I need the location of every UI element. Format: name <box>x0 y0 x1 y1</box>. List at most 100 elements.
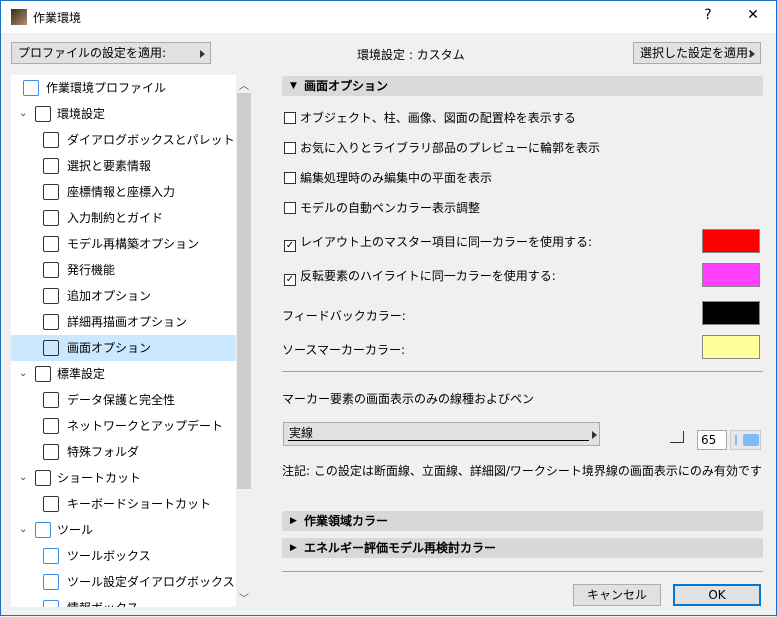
apply-selected-button[interactable]: 選択した設定を適用: <box>633 42 761 64</box>
triangle-down-icon: ▼ <box>290 81 297 91</box>
checkbox[interactable]: ✓ <box>284 240 296 252</box>
tree-item-label: キーボードショートカット <box>67 497 212 511</box>
apply-profile-label: プロファイルの設定を適用: <box>18 46 167 60</box>
arrow-right-icon <box>592 431 597 439</box>
tree-item-label: 発行機能 <box>67 263 116 277</box>
tree-item[interactable]: 情報ボックス <box>11 595 236 607</box>
source-marker-color-swatch[interactable] <box>702 335 760 359</box>
checkbox-option[interactable]: モデルの自動ペンカラー表示調整 <box>284 200 480 216</box>
checkbox[interactable] <box>284 202 296 214</box>
tree-item[interactable]: ネットワークとアップデート <box>11 413 236 439</box>
tree-scrollbar[interactable]: ︿ ﹀ <box>236 75 252 607</box>
info-box-icon <box>43 600 59 607</box>
checkbox-option[interactable]: ✓ 反転要素のハイライトに同一カラーを使用する: <box>284 268 556 286</box>
tree-item[interactable]: キーボードショートカット <box>11 491 236 517</box>
tree-item[interactable]: 選択と要素情報 <box>11 153 236 179</box>
shortcut-icon <box>35 470 51 486</box>
tree-item-label: 情報ボックス <box>67 595 139 607</box>
selection-info-icon <box>43 158 59 174</box>
checkbox[interactable] <box>284 112 296 124</box>
cancel-button[interactable]: キャンセル <box>573 584 661 606</box>
checkbox[interactable] <box>284 172 296 184</box>
settings-tree: ︿ ﹀ 作業環境プロファイル ⌄ 環境設定 ダイアログボックスとパレット 選択と要素情報… <box>11 75 252 607</box>
tree-item[interactable]: ⌄ 環境設定 <box>11 101 236 127</box>
scroll-down-icon[interactable]: ﹀ <box>236 590 252 605</box>
pen-color-button[interactable] <box>730 430 761 450</box>
tree-item-label: 座標情報と座標入力 <box>67 185 176 199</box>
tree-item[interactable]: 座標情報と座標入力 <box>11 179 236 205</box>
tree-item-label: 環境設定 <box>57 107 106 121</box>
tree-item[interactable]: 作業環境プロファイル <box>11 75 236 101</box>
tree-item-label: データ保護と完全性 <box>67 393 176 407</box>
section-title: 画面オプション <box>304 79 389 93</box>
section-energy-model-colors[interactable]: ▶ エネルギー評価モデル再検討カラー <box>282 538 763 558</box>
color-swatch[interactable] <box>702 229 760 253</box>
publish-icon <box>43 262 59 278</box>
checkbox[interactable]: ✓ <box>284 274 296 286</box>
tools-icon <box>35 522 51 538</box>
dialog-window: 作業環境 ? ✕ プロファイルの設定を適用: 環境設定 : カスタム 選択した設… <box>0 0 777 616</box>
tree-item[interactable]: 入力制約とガイド <box>11 205 236 231</box>
divider <box>282 371 763 372</box>
feedback-color-label: フィードバックカラー: <box>282 309 406 323</box>
tree-item-label: 入力制約とガイド <box>67 211 164 225</box>
checkbox-label: モデルの自動ペンカラー表示調整 <box>300 201 481 215</box>
line-type-dropdown[interactable]: 実線 <box>283 422 600 446</box>
checkbox-option[interactable]: ✓ レイアウト上のマスター項目に同一カラーを使用する: <box>284 234 592 252</box>
env-setting-status: 環境設定 : カスタム <box>357 48 465 62</box>
section-screen-options[interactable]: ▼ 画面オプション <box>282 76 763 96</box>
rebuild-icon <box>43 236 59 252</box>
screen-options-panel: ▼ 画面オプション オブジェクト、柱、画像、図面の配置枠を表示するお気に入りとライ… <box>266 71 777 617</box>
section-workspace-colors[interactable]: ▶ 作業領域カラー <box>282 511 763 531</box>
tree-item[interactable]: ツールボックス <box>11 543 236 569</box>
pen-color-swatch <box>743 434 759 446</box>
checkbox-option[interactable]: オブジェクト、柱、画像、図面の配置枠を表示する <box>284 110 576 126</box>
color-swatch[interactable] <box>702 263 760 287</box>
checkbox-label: 編集処理時のみ編集中の平面を表示 <box>300 171 493 185</box>
scroll-up-icon[interactable]: ︿ <box>236 77 252 92</box>
pen-number-input[interactable]: 65 <box>697 430 727 450</box>
tree-item[interactable]: 特殊フォルダ <box>11 439 236 465</box>
tree-item[interactable]: 画面オプション <box>11 335 236 361</box>
checkbox-option[interactable]: お気に入りとライブラリ部品のプレビューに輪郭を表示 <box>284 140 600 156</box>
apply-profile-button[interactable]: プロファイルの設定を適用: <box>11 42 211 64</box>
help-button[interactable]: ? <box>698 7 718 23</box>
ok-button[interactable]: OK <box>673 584 761 606</box>
tree-item[interactable]: 詳細再描画オプション <box>11 309 236 335</box>
window-title: 作業環境 <box>33 11 82 25</box>
feedback-color-swatch[interactable] <box>702 301 760 325</box>
chevron-down-icon[interactable]: ⌄ <box>19 361 27 387</box>
sliders-icon <box>43 288 59 304</box>
checkbox[interactable] <box>284 142 296 154</box>
tree-item-label: ネットワークとアップデート <box>67 419 224 433</box>
toolbox-icon <box>43 548 59 564</box>
tree-item[interactable]: ⌄ 標準設定 <box>11 361 236 387</box>
arrow-right-icon <box>750 50 755 58</box>
mouse-cursor-icon <box>43 210 59 226</box>
close-button[interactable]: ✕ <box>743 7 763 23</box>
chevron-down-icon[interactable]: ⌄ <box>19 517 27 543</box>
checkbox-option[interactable]: 編集処理時のみ編集中の平面を表示 <box>284 170 492 186</box>
tree-item[interactable]: 追加オプション <box>11 283 236 309</box>
tree-item[interactable]: ⌄ ツール <box>11 517 236 543</box>
tree-item[interactable]: モデル再構築オプション <box>11 231 236 257</box>
arrow-right-icon <box>200 50 205 58</box>
solid-line-preview <box>288 440 589 441</box>
tree-item-label: 標準設定 <box>57 367 106 381</box>
chevron-down-icon[interactable]: ⌄ <box>19 101 27 127</box>
tree-item[interactable]: ⌄ ショートカット <box>11 465 236 491</box>
dialog-palette-icon <box>43 132 59 148</box>
tree-item[interactable]: データ保護と完全性 <box>11 387 236 413</box>
tree-item[interactable]: 発行機能 <box>11 257 236 283</box>
scrollbar-thumb[interactable] <box>237 93 251 489</box>
section-title: エネルギー評価モデル再検討カラー <box>304 541 497 555</box>
chevron-down-icon[interactable]: ⌄ <box>19 465 27 491</box>
standard-settings-icon <box>35 366 51 382</box>
divider <box>282 571 763 572</box>
tree-item-label: 選択と要素情報 <box>67 159 152 173</box>
checkbox-label: レイアウト上のマスター項目に同一カラーを使用する: <box>300 235 593 249</box>
tree-item-label: 特殊フォルダ <box>67 445 140 459</box>
checkbox-label: お気に入りとライブラリ部品のプレビューに輪郭を表示 <box>300 141 601 155</box>
tree-item[interactable]: ダイアログボックスとパレット <box>11 127 236 153</box>
tree-item[interactable]: ツール設定ダイアログボックス <box>11 569 236 595</box>
